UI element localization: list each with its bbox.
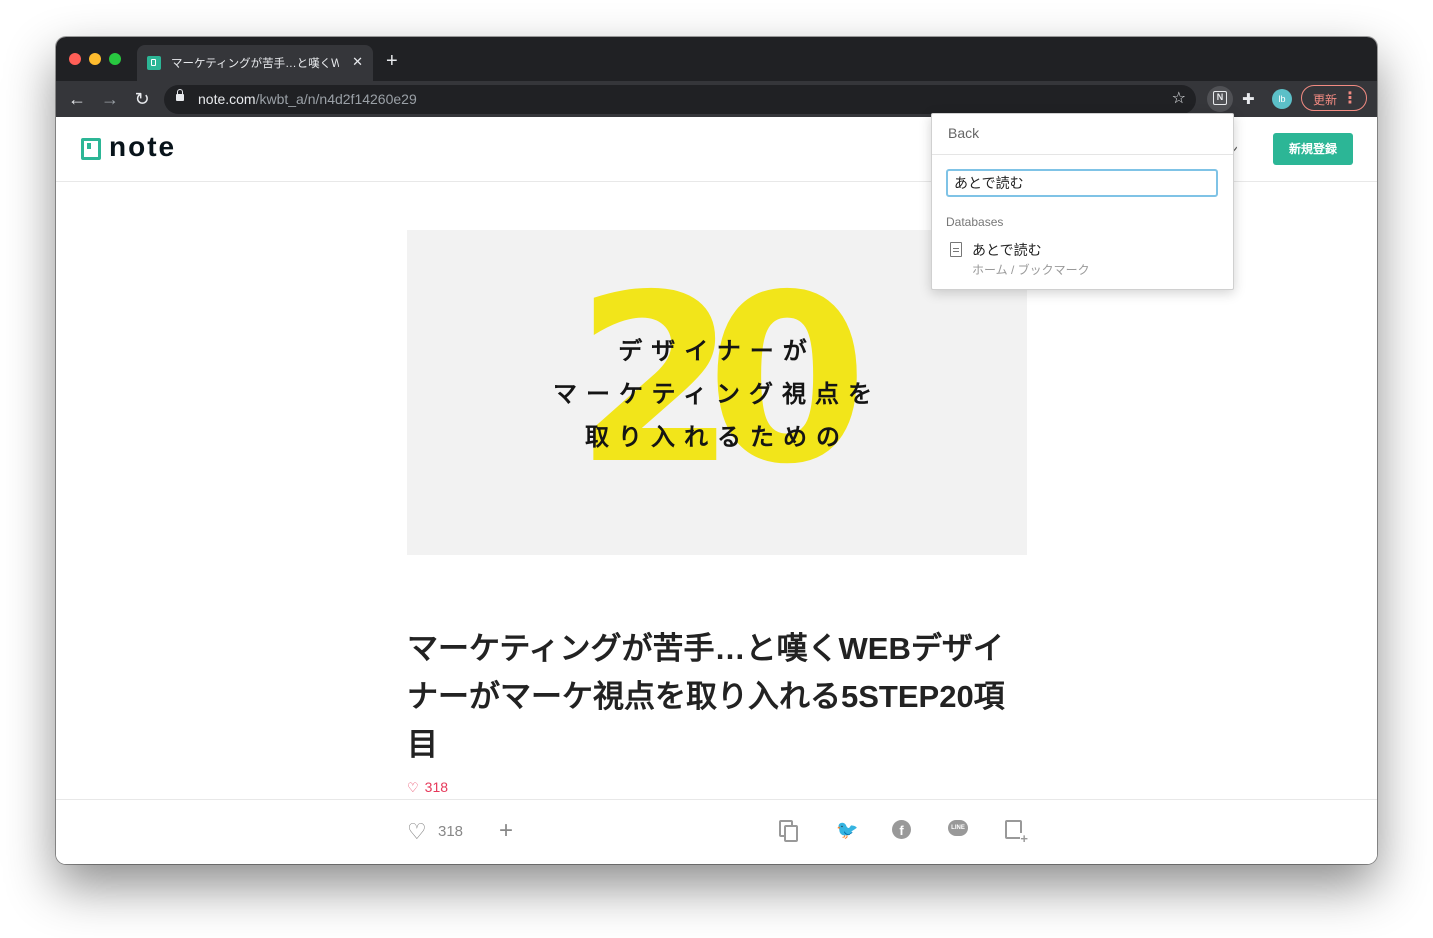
- notion-extension-icon[interactable]: [1207, 86, 1233, 112]
- browser-window: マーケティングが苦手…と嘆くWEBデザイナーがマーケ視点を取り入れる5STEP2…: [56, 37, 1377, 864]
- signup-button[interactable]: 新規登録: [1273, 133, 1353, 165]
- hero-line-3: 取り入れるための: [585, 424, 849, 451]
- note-logo-icon[interactable]: [81, 138, 101, 160]
- likes-count: 318: [424, 779, 449, 795]
- lock-icon: [176, 89, 184, 101]
- back-arrow-icon[interactable]: ←: [68, 90, 86, 108]
- update-button[interactable]: 更新 ⋮: [1301, 85, 1367, 111]
- extensions-puzzle-icon[interactable]: ✚: [1242, 90, 1255, 108]
- hero-line-1: デザイナーが: [618, 338, 816, 365]
- back-button[interactable]: Back: [948, 125, 979, 141]
- database-search-input[interactable]: [946, 169, 1218, 197]
- database-path: ホーム / ブックマーク: [972, 263, 1090, 277]
- twitter-share-icon[interactable]: 🐦: [836, 820, 858, 842]
- maximize-window-button[interactable]: [109, 53, 121, 65]
- notion-clipper-popup: Back Databases あとで読む ホーム / ブックマーク: [931, 113, 1234, 290]
- like-heart-icon[interactable]: ♡: [407, 819, 427, 845]
- heart-icon: ♡: [407, 780, 419, 795]
- reload-icon[interactable]: ↻: [133, 90, 151, 108]
- close-window-button[interactable]: [69, 53, 81, 65]
- likes-summary[interactable]: ♡ 318: [407, 779, 448, 796]
- tab-title: マーケティングが苦手…と嘆くWEBデザイナーがマーケ視点を取り入れる5STEP2…: [171, 58, 339, 70]
- databases-section-label: Databases: [946, 215, 1004, 229]
- article-title: マーケティングが苦手…と嘆くWEBデザイナーがマーケ視点を取り入れる5STEP2…: [407, 631, 1005, 762]
- new-tab-button[interactable]: +: [386, 51, 398, 71]
- hero-line-2: マーケティング視点を: [552, 381, 882, 408]
- url-text: note.com/kwbt_a/n/n4d2f14260e29: [198, 91, 417, 107]
- title-bar: マーケティングが苦手…と嘆くWEBデザイナーがマーケ視点を取り入れる5STEP2…: [56, 37, 1377, 81]
- forward-arrow-icon[interactable]: →: [101, 90, 119, 108]
- add-to-magazine-plus-icon[interactable]: +: [499, 817, 513, 845]
- update-label: 更新: [1313, 93, 1338, 107]
- divider: [932, 154, 1233, 155]
- note-favicon-icon: [147, 56, 161, 70]
- document-icon: [950, 242, 962, 257]
- tab-close-icon[interactable]: ✕: [352, 53, 363, 71]
- browser-toolbar: ← → ↻ note.com/kwbt_a/n/n4d2f14260e29 ☆ …: [56, 81, 1377, 117]
- facebook-share-icon[interactable]: f: [892, 820, 911, 839]
- line-share-icon[interactable]: LINE: [948, 820, 968, 836]
- database-title: あとで読む: [972, 242, 1042, 258]
- browser-tab[interactable]: マーケティングが苦手…と嘆くWEBデザイナーがマーケ視点を取り入れる5STEP2…: [137, 45, 373, 81]
- magazine-add-icon[interactable]: [1005, 820, 1028, 845]
- like-count: 318: [438, 823, 464, 840]
- profile-avatar[interactable]: lb: [1272, 89, 1292, 109]
- menu-kebab-icon: ⋮: [1342, 90, 1358, 107]
- action-bar: ♡ 318 + 🐦 f LINE: [56, 799, 1377, 864]
- bookmark-star-icon[interactable]: ☆: [1172, 88, 1186, 108]
- address-bar[interactable]: note.com/kwbt_a/n/n4d2f14260e29 ☆: [164, 85, 1196, 114]
- site-logo-text[interactable]: note: [109, 131, 176, 163]
- minimize-window-button[interactable]: [89, 53, 101, 65]
- copy-link-icon[interactable]: [779, 820, 801, 842]
- database-list-item[interactable]: あとで読む ホーム / ブックマーク: [946, 236, 1218, 280]
